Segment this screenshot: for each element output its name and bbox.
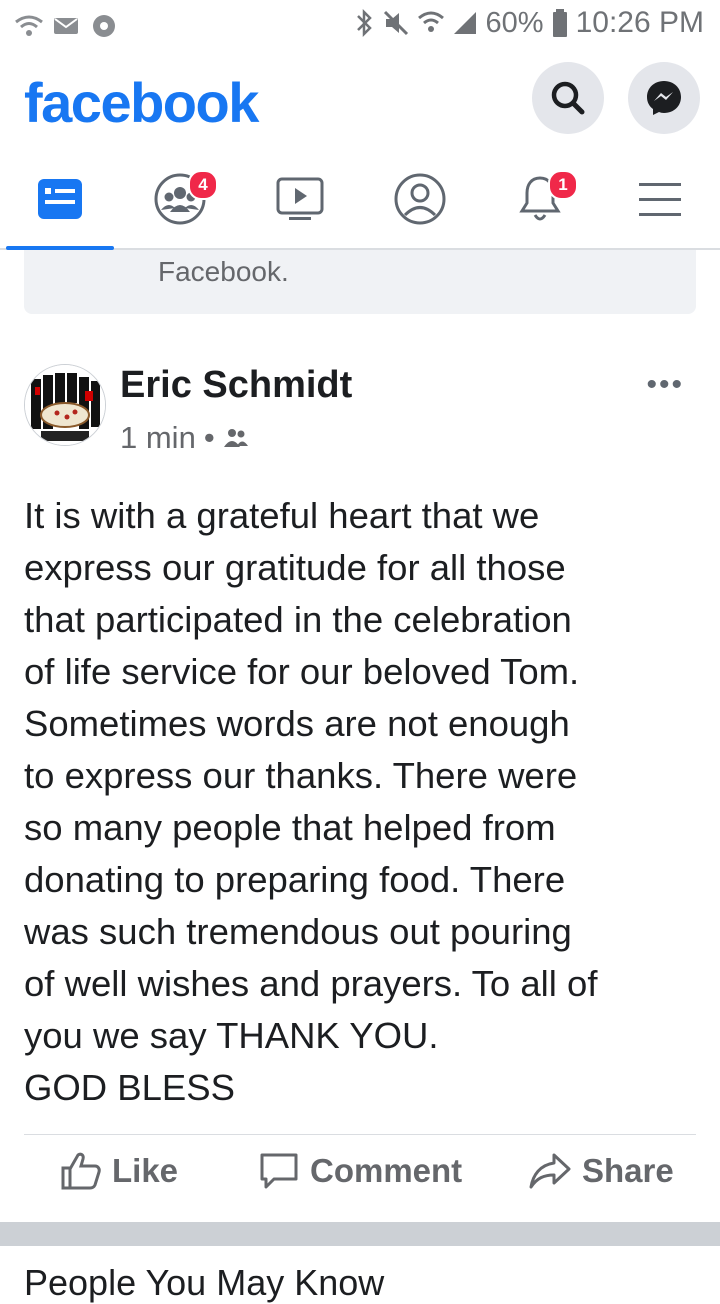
messenger-icon <box>647 81 681 115</box>
tab-watch[interactable] <box>240 150 360 248</box>
groups-badge: 4 <box>188 170 218 200</box>
post-text: It is with a grateful heart that we expr… <box>24 495 598 1108</box>
battery-icon <box>552 9 567 37</box>
post-meta: 1 min • <box>120 420 249 456</box>
post-time[interactable]: 1 min <box>120 420 196 456</box>
tab-groups[interactable]: 4 <box>120 150 240 248</box>
share-button[interactable]: Share <box>528 1151 674 1191</box>
next-card-title: People You May Know <box>24 1262 385 1303</box>
author-avatar[interactable] <box>24 364 106 446</box>
bluetooth-icon <box>356 8 372 38</box>
news-feed-icon <box>38 179 82 219</box>
cell-signal-icon <box>453 12 476 34</box>
previous-post-card: Facebook. <box>24 250 696 314</box>
mute-icon <box>383 10 408 36</box>
wifi-icon <box>15 15 43 36</box>
comment-label: Comment <box>310 1152 463 1189</box>
tab-menu[interactable] <box>600 150 720 248</box>
author-name[interactable]: Eric Schmidt <box>120 364 352 407</box>
comment-button[interactable]: Comment <box>258 1151 462 1191</box>
friends-audience-icon <box>223 429 248 447</box>
search-button[interactable] <box>532 62 604 134</box>
facebook-logo[interactable]: facebook <box>24 70 259 135</box>
app-bar: facebook <box>0 50 720 150</box>
share-label: Share <box>582 1152 674 1189</box>
like-label: Like <box>112 1152 179 1189</box>
battery-percent: 60% <box>485 6 544 39</box>
settings-badge-icon <box>93 15 115 37</box>
menu-icon <box>639 183 681 216</box>
post-options-button[interactable]: ••• <box>646 368 684 402</box>
status-bar: 60% 10:26 PM <box>0 0 720 50</box>
notifications-badge: 1 <box>548 170 578 200</box>
share-icon <box>529 1153 571 1189</box>
tab-bar: 4 1 <box>0 150 720 250</box>
clock: 10:26 PM <box>575 6 704 39</box>
status-left-icons <box>14 12 118 40</box>
post-actions: Like Comment Share <box>24 1134 696 1223</box>
wifi-signal-icon <box>417 11 444 32</box>
thumbs-up-icon <box>61 1152 101 1190</box>
avatar-image <box>25 365 105 445</box>
meta-separator: • <box>203 420 215 455</box>
watch-icon <box>276 177 324 220</box>
status-right: 60% 10:26 PM <box>354 6 704 40</box>
mail-icon <box>54 18 78 34</box>
tab-notifications[interactable]: 1 <box>480 150 600 248</box>
tab-profile[interactable] <box>360 150 480 248</box>
feed-divider <box>0 1222 720 1246</box>
search-icon <box>551 81 585 115</box>
previous-post-text: Facebook. <box>158 256 289 287</box>
messenger-button[interactable] <box>628 62 700 134</box>
comment-icon <box>260 1153 298 1189</box>
profile-icon <box>394 173 446 225</box>
tab-news-feed[interactable] <box>0 150 120 250</box>
like-button[interactable]: Like <box>60 1151 178 1191</box>
